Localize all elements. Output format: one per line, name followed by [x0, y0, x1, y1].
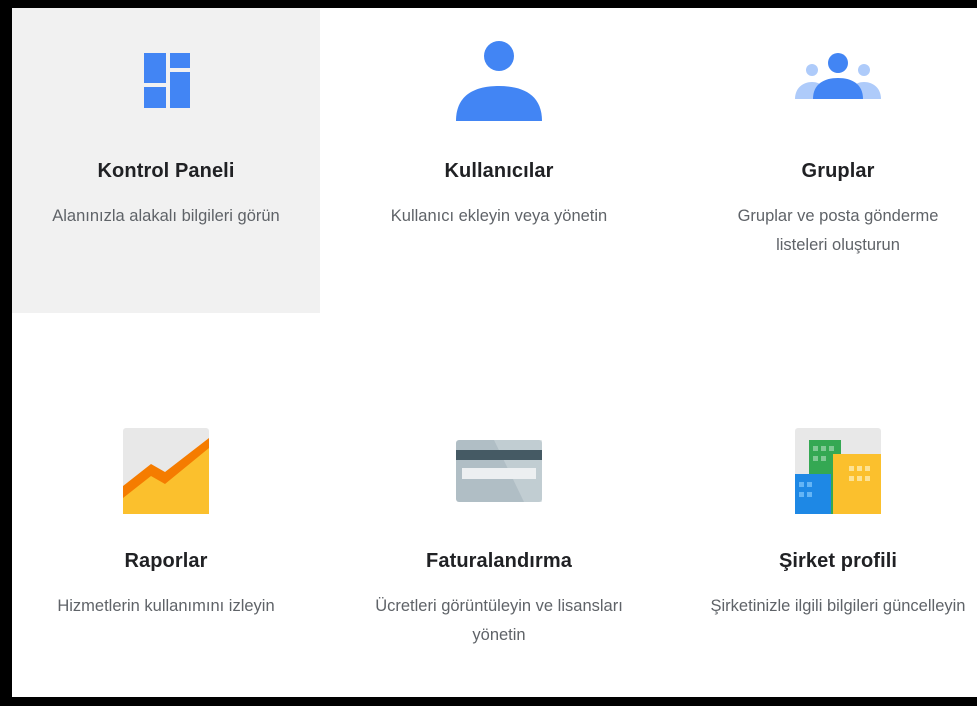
tile-title: Faturalandırma	[426, 550, 572, 572]
tile-description: Gruplar ve posta gönderme listeleri oluş…	[737, 207, 939, 254]
tile-dashboard[interactable]: Kontrol Paneli Alanınızla alakalı bilgil…	[12, 8, 320, 313]
tile-company-profile[interactable]: Şirket profili Şirketinizle ilgili bilgi…	[684, 353, 977, 658]
tile-title: Gruplar	[801, 160, 875, 182]
tile-title: Şirket profili	[778, 550, 898, 572]
company-buildings-icon	[793, 426, 883, 516]
reports-chart-icon	[121, 426, 211, 516]
groups-icon	[793, 36, 883, 126]
tile-title: Raporlar	[124, 550, 208, 572]
tile-description: Alanınızla alakalı bilgileri görün	[52, 207, 280, 225]
tile-description: Ücretleri görüntüleyin ve lisansları yön…	[375, 597, 623, 644]
tile-reports[interactable]: Raporlar Hizmetlerin kullanımını izleyin	[12, 353, 320, 658]
dashboard-icon	[121, 36, 211, 126]
credit-card-icon	[454, 426, 544, 516]
tile-billing[interactable]: Faturalandırma Ücretleri görüntüleyin ve…	[345, 353, 653, 658]
tile-title: Kullanıcılar	[444, 160, 554, 182]
tile-title: Kontrol Paneli	[97, 160, 235, 182]
tile-description: Şirketinizle ilgili bilgileri güncelleyi…	[710, 597, 966, 615]
tile-description: Hizmetlerin kullanımını izleyin	[57, 597, 275, 615]
admin-home-panel: Kontrol Paneli Alanınızla alakalı bilgil…	[12, 8, 977, 697]
tile-users[interactable]: Kullanıcılar Kullanıcı ekleyin veya yöne…	[345, 8, 653, 313]
tile-groups[interactable]: Gruplar Gruplar ve posta gönderme listel…	[684, 8, 977, 313]
person-icon	[454, 36, 544, 126]
tile-description: Kullanıcı ekleyin veya yönetin	[390, 207, 608, 225]
